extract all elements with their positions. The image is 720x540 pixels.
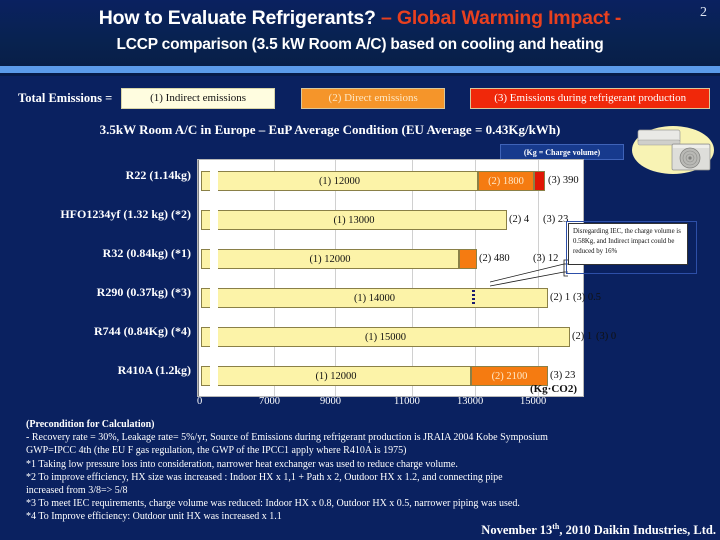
footnote-line-5: increased from 3/8=> 5/8	[26, 484, 128, 496]
legend: Total Emissions = (1) Indirect emissions…	[18, 86, 710, 110]
header-divider-shadow	[0, 73, 720, 76]
axis-break-gap	[210, 169, 218, 193]
bar-r22: (1) 12000 (2) 1800	[198, 169, 583, 193]
bar-outside-label-production: (3) 0	[596, 331, 617, 342]
axis-break-gap	[210, 325, 218, 349]
legend-item-indirect: (1) Indirect emissions	[121, 87, 275, 109]
bar-outside-label-direct: (2) 1	[572, 331, 593, 342]
xtick-7000: 7000	[259, 396, 280, 407]
footer-credit: November 13th, 2010 Daikin Industries, L…	[481, 522, 716, 538]
callout-text-box: Disregarding IEC, the charge volume is 0…	[568, 223, 688, 265]
iec-charge-marker-icon	[472, 290, 475, 306]
title-accent-text: – Global Warming Impact -	[381, 7, 622, 29]
footnote-line-3: *1 Taking low pressure loss into conside…	[26, 458, 458, 470]
bar-segment-indirect: (1) 13000	[201, 210, 507, 230]
page-subtitle: LCCP comparison (3.5 kW Room A/C) based …	[116, 36, 604, 54]
charge-volume-note: (Kg = Charge volume)	[500, 144, 624, 160]
category-label-r744: R744 (0.84Kg) (*4)	[94, 324, 191, 338]
legend-item-production: (3) Emissions during refrigerant product…	[470, 87, 710, 109]
title-main-text: How to Evaluate Refrigerants?	[98, 7, 381, 29]
footnote-line-1: - Recovery rate = 30%, Leakage rate= 5%/…	[26, 432, 548, 444]
header-divider	[0, 66, 720, 73]
category-label-hfo1234yf: HFO1234yf (1.32 kg) (*2)	[60, 207, 191, 221]
chart-x-axis: 0 7000 9000 11000 13000 15000	[197, 396, 582, 412]
xtick-13000: 13000	[457, 396, 484, 407]
chart-category-labels: R22 (1.14kg) HFO1234yf (1.32 kg) (*2) R3…	[0, 159, 197, 395]
footnote-line-2: GWP=IPCC 4th (the EU F gas regulation, t…	[26, 445, 407, 457]
bar-segment-production	[534, 171, 545, 191]
legend-total-label: Total Emissions =	[18, 90, 113, 105]
footnote-heading: (Precondition for Calculation)	[26, 419, 155, 430]
chart-row-r744: (1) 15000 (2) 1 (3) 0	[198, 319, 616, 355]
footnotes-block: (Precondition for Calculation) - Recover…	[26, 418, 716, 524]
category-label-r32: R32 (0.84kg) (*1)	[102, 246, 191, 260]
footnote-line-6: *3 To meet IEC requirements, charge volu…	[26, 498, 520, 510]
page-title: How to Evaluate Refrigerants? – Global W…	[0, 7, 720, 29]
bar-segment-indirect: (1) 15000	[201, 327, 570, 347]
footer-credit-company: , 2010 Daikin Industries, Ltd.	[559, 523, 716, 537]
category-label-r290: R290 (0.37kg) (*3)	[96, 285, 191, 299]
bar-segment-indirect: (1) 12000	[201, 366, 471, 386]
slide-canvas: 2 How to Evaluate Refrigerants? – Global…	[0, 0, 720, 540]
chart-row-r410a: (1) 12000 (2) 2100 (3) 23	[198, 358, 583, 394]
bar-segment-direct	[459, 249, 477, 269]
bar-outside-label-production: (3) 390	[548, 175, 579, 186]
chart-unit-label: (Kg·CO2)	[529, 383, 577, 395]
xtick-0: 0	[197, 396, 203, 407]
title-block: How to Evaluate Refrigerants? – Global W…	[0, 7, 720, 54]
xtick-11000: 11000	[394, 396, 420, 407]
footnote-line-4: *2 To improve efficiency, HX size was in…	[26, 471, 503, 483]
bar-segment-indirect: (1) 12000	[201, 249, 459, 269]
bar-segment-indirect: (1) 12000	[201, 171, 478, 191]
bar-segment-direct: (2) 1800	[478, 171, 534, 191]
xtick-15000: 15000	[520, 396, 547, 407]
xtick-9000: 9000	[320, 396, 341, 407]
chart-subtitle: 3.5kW Room A/C in Europe – EuP Average C…	[99, 122, 561, 137]
axis-break-gap	[210, 286, 218, 310]
legend-item-direct: (2) Direct emissions	[300, 87, 446, 109]
bar-r744: (1) 15000	[198, 325, 583, 349]
axis-break-gap	[210, 208, 218, 232]
footer-credit-date: November 13	[481, 523, 553, 537]
air-conditioner-photo	[632, 122, 714, 178]
category-label-r410a: R410A (1.2kg)	[117, 363, 191, 377]
bar-r410a: (1) 12000 (2) 2100	[198, 364, 583, 388]
category-label-r22: R22 (1.14kg)	[125, 168, 191, 182]
axis-break-gap	[210, 364, 218, 388]
chart-row-r22: (1) 12000 (2) 1800 (3) 390	[198, 163, 583, 199]
axis-break-gap	[210, 247, 218, 271]
